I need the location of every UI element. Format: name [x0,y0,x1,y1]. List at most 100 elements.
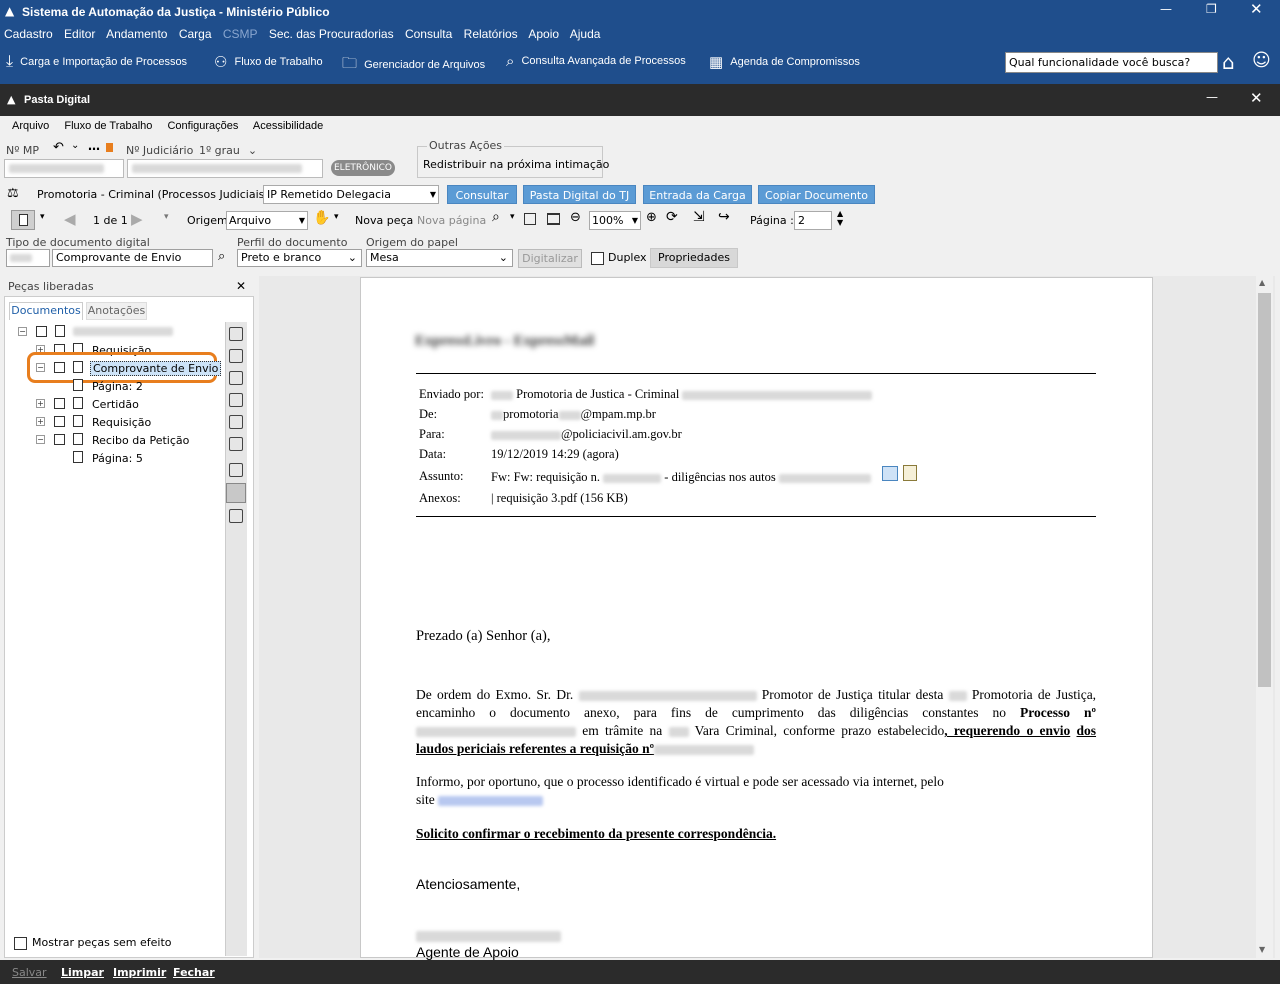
pasta-digital-tj-button[interactable]: Pasta Digital do TJ [523,185,636,204]
tree-collapse[interactable]: − [36,435,45,444]
doc-anexos-value[interactable]: | requisição 3.pdf (156 KB) [491,491,628,506]
tipo-code-input[interactable] [6,249,50,267]
tree-checkbox[interactable] [36,326,47,337]
limpar-button[interactable]: Limpar [61,966,104,979]
pasta-menu-arquivo[interactable]: Arquivo [12,120,49,132]
list-view-icon[interactable] [229,349,243,363]
tree-item-pagina5[interactable]: Página: 5 [92,452,143,465]
search-input[interactable]: Qual funcionalidade você busca? [1005,52,1218,73]
zoom-select[interactable]: 100% ▼ [589,211,641,230]
pasta-close-button[interactable]: ✕ [1250,89,1263,107]
consultar-button[interactable]: Consultar [447,185,517,204]
undo-icon[interactable]: ↶ [53,140,64,155]
next-page-button[interactable]: ▶ [131,210,143,228]
chevron-down-icon[interactable]: ▾ [164,212,169,222]
tree-item-pagina2[interactable]: Página: 2 [92,380,143,393]
tree-item-recibo[interactable]: Recibo da Petição [92,434,189,447]
pasta-menu-fluxo[interactable]: Fluxo de Trabalho [64,120,152,132]
checklist-icon[interactable] [903,465,917,481]
tab-anotacoes[interactable]: Anotações [86,302,147,320]
digitalizar-button[interactable]: Digitalizar [518,249,582,268]
pagina-input[interactable]: 2 [794,211,832,230]
menu-ajuda[interactable]: Ajuda [570,27,601,41]
toolbar-agenda[interactable]: ▦ Agenda de Compromissos [709,53,860,71]
nova-peca-button[interactable]: Nova peça [355,214,413,227]
menu-sec-procuradorias[interactable]: Sec. das Procuradorias [269,27,394,41]
pasta-menu-configuracoes[interactable]: Configurações [167,120,238,132]
tree-item-requisicao-2[interactable]: Requisição [92,416,151,429]
redo-page-icon[interactable]: ↪ [718,209,730,225]
tree-collapse[interactable]: − [36,363,45,372]
tab-documentos[interactable]: Documentos [9,302,83,320]
pasta-menu-acessibilidade[interactable]: Acessibilidade [253,120,323,132]
search-icon[interactable]: ⌕ [218,249,225,264]
page-spinner[interactable]: ▲ ▼ [837,209,843,227]
grau-select[interactable]: 1º grau ⌄ [199,144,257,157]
hierarchy-icon[interactable] [229,509,243,523]
page-view-button[interactable] [11,210,35,230]
salvar-button[interactable]: Salvar [12,966,47,979]
toolbar-carga[interactable]: ⤓ Carga e Importação de Processos [6,53,187,71]
tree-collapse-root[interactable]: − [18,327,27,336]
perfil-select[interactable]: Preto e branco ⌄ [237,249,362,267]
maximize-button[interactable]: ❐ [1206,2,1217,16]
chevron-down-icon[interactable]: ⌄ [71,140,79,151]
entrada-carga-button[interactable]: Entrada da Carga [643,185,752,204]
menu-consulta[interactable]: Consulta [405,27,452,41]
nova-pagina-button[interactable]: Nova página [417,214,486,227]
tipo-input[interactable]: Comprovante de Envio [52,249,213,267]
fila-select[interactable]: IP Remetido Delegacia ▼ [263,185,439,204]
origem-select[interactable]: Arquivo ▼ [226,211,308,230]
copy-doc-icon[interactable] [229,415,243,429]
tree-checkbox[interactable] [54,362,65,373]
tree-item-comprovante[interactable]: Comprovante de Envio [90,361,222,376]
mostrar-pecas-checkbox[interactable]: Mostrar peças sem efeito [14,936,172,950]
zoom-out-icon[interactable]: ⊖ [570,210,581,225]
toolbar-gerenciador[interactable]: 🗀 Gerenciador de Arquivos [342,53,485,78]
outras-acoes-link[interactable]: Redistribuir na próxima intimação [423,158,609,171]
remove-doc-icon[interactable] [229,393,243,407]
fit-page-icon[interactable] [524,213,536,225]
move-icon[interactable]: ⇲ [693,209,705,225]
pecas-close-icon[interactable]: ✕ [236,279,246,293]
pasta-minimize-button[interactable]: — [1206,90,1218,104]
scroll-thumb[interactable] [1258,293,1271,687]
menu-cadastro[interactable]: Cadastro [4,27,53,41]
zoom-in-icon[interactable]: ⊕ [646,210,657,225]
home-icon[interactable]: ⌂ [1222,50,1235,74]
prev-page-button[interactable]: ◀ [64,210,76,228]
toolbar-consulta[interactable]: ⌕ Consulta Avançada de Processos [506,53,686,70]
menu-carga[interactable]: Carga [179,27,212,41]
tree-expand[interactable]: + [36,417,45,426]
toolbar-fluxo[interactable]: ⚇ Fluxo de Trabalho [214,53,323,71]
menu-apoio[interactable]: Apoio [528,27,559,41]
zoom-icon[interactable]: ⌕ [492,209,500,225]
tree-expand[interactable]: + [36,399,45,408]
users-icon[interactable]: ☺ [1252,50,1271,71]
chevron-down-icon[interactable]: ▾ [40,212,45,222]
p2-link[interactable] [438,795,544,806]
more-icon[interactable]: … [88,139,100,153]
menu-csmp[interactable]: CSMP [223,27,258,41]
chevron-down-icon[interactable]: ▾ [510,212,515,222]
fit-width-icon[interactable] [547,213,560,225]
minimize-button[interactable]: — [1160,2,1172,16]
imprimir-button[interactable]: Imprimir [113,966,166,979]
propriedades-button[interactable]: Propriedades [650,248,738,268]
njud-input[interactable] [127,159,323,178]
tree-checkbox[interactable] [54,416,65,427]
menu-relatorios[interactable]: Relatórios [464,27,518,41]
menu-editor[interactable]: Editor [64,27,95,41]
tree-checkbox[interactable] [54,434,65,445]
fechar-button[interactable]: Fechar [173,966,215,979]
add-doc-icon[interactable] [229,463,243,477]
certificate-icon[interactable] [229,437,243,451]
tree-item-certidao[interactable]: Certidão [92,398,139,411]
menu-andamento[interactable]: Andamento [106,27,167,41]
sign-doc-icon[interactable] [229,371,243,385]
hand-icon[interactable]: ✋ [313,210,330,226]
calendar-icon[interactable] [882,466,898,481]
duplex-checkbox[interactable]: Duplex [591,251,647,265]
nmp-input[interactable] [4,159,124,178]
copiar-documento-button[interactable]: Copiar Documento [758,185,875,204]
